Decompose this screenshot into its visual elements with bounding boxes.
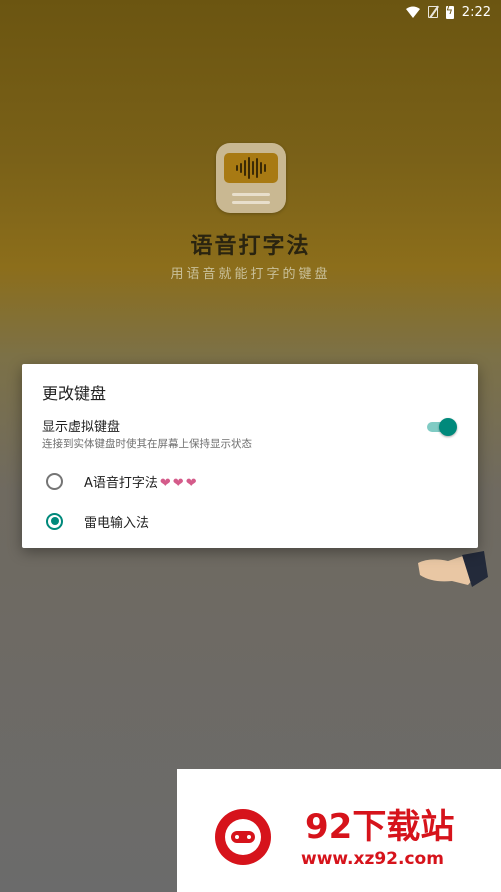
keyboard-option-a-voice[interactable]: A语音打字法 ❤❤❤ — [46, 469, 199, 493]
virtual-keyboard-label: 显示虚拟键盘 — [42, 420, 121, 435]
app-logo-icon — [216, 143, 286, 213]
app-subtitle: 用语音就能打字的键盘 — [170, 267, 331, 282]
keyboard-option-label: A语音打字法 ❤❤❤ — [84, 475, 199, 491]
watermark-banner: 92下载站 www.xz92.com — [177, 769, 501, 892]
status-time: 2:22 — [461, 4, 491, 20]
radio-button[interactable] — [46, 472, 63, 490]
pointing-hand-icon — [418, 551, 488, 587]
no-sim-icon — [427, 6, 438, 18]
watermark-logo-icon — [215, 809, 271, 865]
dialog-title: 更改键盘 — [42, 384, 107, 403]
watermark-url: www.xz92.com — [301, 849, 444, 869]
watermark-title: 92下载站 — [305, 807, 455, 847]
virtual-keyboard-description: 连接到实体键盘时使其在屏幕上保持显示状态 — [42, 438, 252, 450]
virtual-keyboard-toggle[interactable] — [427, 418, 457, 436]
radio-button-selected[interactable] — [46, 512, 63, 530]
keyboard-option-leidian[interactable]: 雷电输入法 — [46, 509, 149, 533]
wifi-icon — [405, 6, 420, 18]
hearts-icon: ❤❤❤ — [159, 475, 199, 491]
status-bar: 2:22 — [0, 0, 501, 24]
battery-charging-icon — [445, 4, 454, 19]
keyboard-option-label: 雷电输入法 — [84, 515, 150, 531]
app-title: 语音打字法 — [190, 234, 311, 259]
change-keyboard-dialog: 更改键盘 显示虚拟键盘 连接到实体键盘时使其在屏幕上保持显示状态 A语音打字法 ❤… — [22, 364, 478, 548]
